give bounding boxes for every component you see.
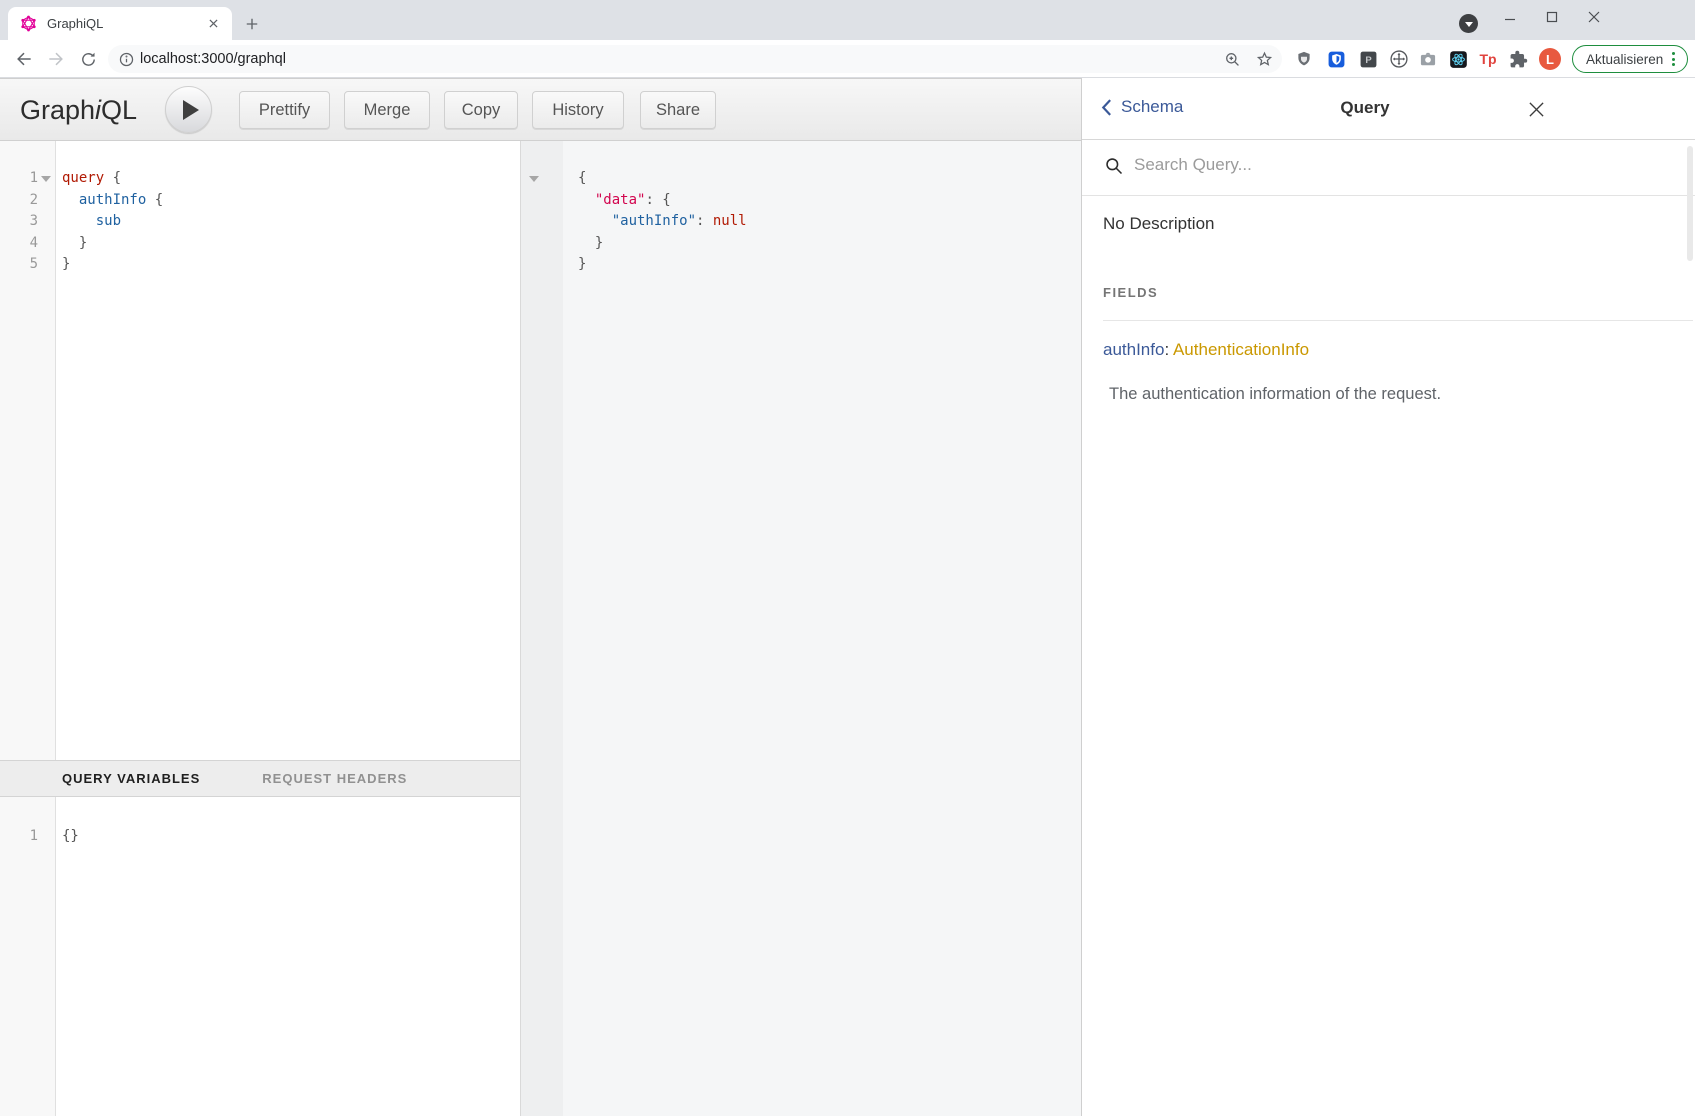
doc-title: Query (1340, 98, 1389, 118)
zoom-page-icon[interactable] (1221, 48, 1243, 70)
minimize-button[interactable] (1495, 8, 1525, 26)
browser-menu-icon[interactable] (1672, 52, 1675, 66)
doc-field-description: The authentication information of the re… (1109, 385, 1441, 404)
query-line-numbers: 12345 (0, 168, 38, 276)
bitwarden-extension-icon[interactable] (1325, 48, 1347, 70)
page-info-icon[interactable] (115, 48, 137, 70)
doc-scrollbar[interactable] (1687, 146, 1693, 261)
react-devtools-extension-icon[interactable] (1447, 48, 1469, 70)
update-browser-button[interactable]: Aktualisieren (1572, 45, 1688, 73)
screenshot-extension-icon[interactable] (1417, 48, 1439, 70)
close-icon (1528, 101, 1545, 118)
doc-field-row: authInfo: AuthenticationInfo (1103, 340, 1309, 360)
query-editor[interactable]: 12345 query { authInfo { sub }} (0, 141, 520, 760)
move-tool-extension-icon[interactable] (1388, 48, 1410, 70)
copy-button[interactable]: Copy (444, 91, 518, 129)
variables-code[interactable]: {} (62, 826, 79, 848)
extensions-puzzle-icon[interactable] (1507, 48, 1529, 70)
tab-strip: GraphiQL (0, 0, 1695, 40)
url-text[interactable]: localhost:3000/graphql (140, 51, 286, 67)
maximize-button[interactable] (1537, 8, 1567, 26)
tab-close-icon[interactable] (205, 15, 222, 32)
query-code[interactable]: query { authInfo { sub }} (62, 168, 163, 276)
new-tab-button[interactable] (243, 15, 261, 33)
back-button[interactable] (13, 48, 35, 70)
doc-type-description: No Description (1103, 214, 1215, 234)
profile-avatar[interactable]: L (1539, 48, 1561, 70)
update-label: Aktualisieren (1586, 52, 1663, 67)
svg-text:P: P (1365, 55, 1372, 66)
doc-search-input[interactable] (1132, 154, 1636, 176)
field-name-link[interactable]: authInfo (1103, 340, 1164, 359)
doc-fields-heading: FIELDS (1103, 285, 1158, 300)
tab-query-variables[interactable]: QUERY VARIABLES (62, 771, 200, 786)
history-button[interactable]: History (532, 91, 624, 129)
search-icon (1104, 156, 1125, 177)
doc-search-bar (1082, 140, 1695, 196)
merge-button[interactable]: Merge (344, 91, 430, 129)
p-extension-icon[interactable]: P (1357, 48, 1379, 70)
type-name-link[interactable]: AuthenticationInfo (1173, 340, 1309, 359)
chevron-left-icon (1101, 98, 1112, 117)
response-viewer: { "data": { "authInfo": null }} (520, 141, 1081, 1116)
tab-search-button[interactable] (1459, 14, 1478, 33)
graphiql-logo: GraphiQL (20, 95, 137, 126)
doc-close-button[interactable] (1528, 101, 1545, 118)
close-window-button[interactable] (1579, 8, 1609, 26)
bookmark-star-icon[interactable] (1253, 48, 1275, 70)
ublock-extension-icon[interactable] (1293, 48, 1315, 70)
reload-button[interactable] (77, 48, 99, 70)
graphiql-topbar: GraphiQL Prettify Merge Copy History Sha… (0, 78, 1081, 141)
fold-arrow-icon[interactable] (529, 176, 539, 182)
doc-back-link[interactable]: Schema (1101, 97, 1183, 117)
tab-request-headers[interactable]: REQUEST HEADERS (262, 771, 407, 786)
secondary-editor-titlebar: QUERY VARIABLES REQUEST HEADERS (0, 760, 520, 797)
doc-explorer-header: Schema Query (1082, 78, 1695, 140)
play-icon (183, 100, 199, 120)
response-json: { "data": { "authInfo": null }} (578, 168, 747, 276)
doc-explorer: Schema Query No Description FIELDS authI… (1081, 78, 1695, 1116)
caret-down-icon (1465, 22, 1473, 27)
graphql-favicon-icon (20, 15, 37, 32)
share-button[interactable]: Share (640, 91, 716, 129)
fold-arrow-icon[interactable] (41, 176, 51, 182)
variables-editor[interactable]: 1 {} (0, 797, 520, 1116)
prettify-button[interactable]: Prettify (239, 91, 330, 129)
tp-extension-icon[interactable]: Tp (1477, 48, 1499, 70)
forward-button[interactable] (45, 48, 67, 70)
execute-query-button[interactable] (165, 86, 212, 133)
variables-line-numbers: 1 (0, 826, 38, 848)
response-gutter (521, 141, 563, 1116)
doc-divider (1103, 320, 1693, 321)
browser-tab[interactable]: GraphiQL (8, 7, 232, 40)
